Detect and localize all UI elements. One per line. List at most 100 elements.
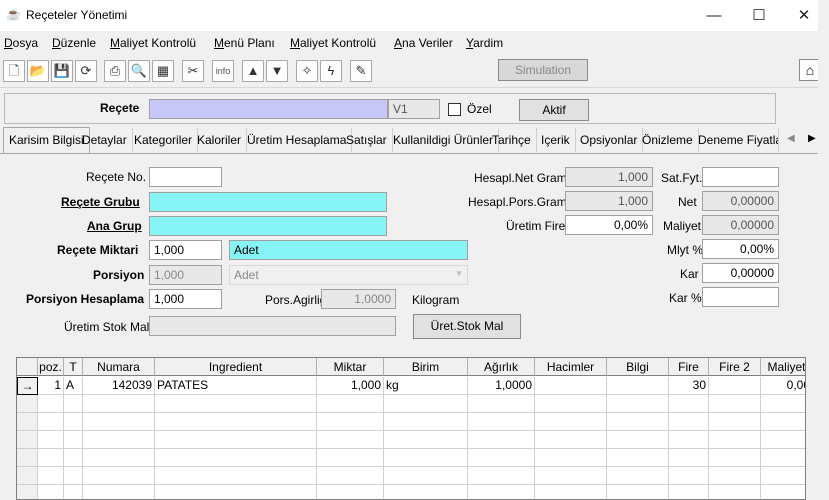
menu-yardim[interactable]: Yardim <box>466 36 503 50</box>
empty-grid-cell[interactable] <box>468 413 535 431</box>
empty-grid-cell[interactable] <box>38 467 64 485</box>
empty-grid-cell[interactable] <box>38 485 64 499</box>
grid-header-birim[interactable]: Birim <box>384 358 468 376</box>
kar-pct-field[interactable] <box>702 287 779 307</box>
empty-grid-cell[interactable] <box>468 395 535 413</box>
empty-grid-cell[interactable] <box>384 467 468 485</box>
empty-grid-cell[interactable] <box>317 431 384 449</box>
empty-grid-cell[interactable] <box>384 431 468 449</box>
tab-satislar[interactable]: Satışlar <box>341 128 393 152</box>
table-cell-poz[interactable]: 1 <box>38 377 64 395</box>
empty-grid-cell[interactable] <box>535 485 607 499</box>
table-cell-numara[interactable]: 142039 <box>83 377 155 395</box>
new-file-icon[interactable]: 🗋 <box>3 60 25 82</box>
table-cell-t[interactable]: A <box>64 377 83 395</box>
tab-kaloriler[interactable]: Kaloriler <box>192 128 248 152</box>
recete-grubu-field[interactable] <box>149 192 387 212</box>
empty-grid-cell[interactable] <box>669 413 709 431</box>
empty-grid-cell[interactable] <box>761 467 805 485</box>
empty-grid-cell[interactable] <box>761 449 805 467</box>
sat-fyt-field[interactable] <box>702 167 779 187</box>
empty-grid-cell[interactable] <box>38 395 64 413</box>
grid-header-agirlik[interactable]: Ağırlık <box>468 358 535 376</box>
grid-header-fire[interactable]: Fire <box>669 358 709 376</box>
empty-grid-cell[interactable] <box>384 413 468 431</box>
grid-header-t[interactable]: T <box>64 358 83 376</box>
empty-grid-cell[interactable] <box>468 431 535 449</box>
empty-grid-cell[interactable] <box>535 413 607 431</box>
empty-grid-cell[interactable] <box>83 485 155 499</box>
grid-header-fire2[interactable]: Fire 2 <box>709 358 761 376</box>
empty-grid-cell[interactable] <box>17 395 38 413</box>
ana-grup-link[interactable]: Ana Grup <box>87 219 142 233</box>
empty-grid-cell[interactable] <box>384 449 468 467</box>
tab-kullanildigi-urunler[interactable]: Kullanildigi Ürünler <box>388 128 500 152</box>
empty-grid-cell[interactable] <box>607 449 669 467</box>
grid-header-numara[interactable]: Numara <box>83 358 155 376</box>
cut-icon[interactable]: ✂ <box>182 60 204 82</box>
uretim-firesi-field[interactable]: 0,00% <box>565 215 653 235</box>
grid-header-ingredient[interactable]: Ingredient <box>155 358 317 376</box>
menu-ana-veriler[interactable]: Ana Veriler <box>394 36 453 50</box>
empty-grid-cell[interactable] <box>155 467 317 485</box>
empty-grid-cell[interactable] <box>17 485 38 499</box>
magic-wand-icon[interactable]: ✧ <box>296 60 318 82</box>
empty-grid-cell[interactable] <box>155 449 317 467</box>
empty-grid-cell[interactable] <box>64 485 83 499</box>
mlyt-field[interactable]: 0,00% <box>702 239 779 259</box>
empty-grid-cell[interactable] <box>317 449 384 467</box>
maximize-button[interactable]: ☐ <box>736 0 782 31</box>
tab-detaylar[interactable]: Detaylar <box>77 128 133 152</box>
empty-grid-cell[interactable] <box>317 467 384 485</box>
empty-grid-cell[interactable] <box>607 431 669 449</box>
recete-grubu-link[interactable]: Reçete Grubu <box>61 195 140 209</box>
empty-grid-cell[interactable] <box>17 413 38 431</box>
tab-onizleme[interactable]: Önizleme <box>637 128 699 152</box>
save-icon[interactable]: 💾 <box>51 60 73 82</box>
empty-grid-cell[interactable] <box>317 413 384 431</box>
empty-grid-cell[interactable] <box>761 485 805 499</box>
menu-maliyet-kontrolu-2[interactable]: Maliyet Kontrolü <box>290 36 376 50</box>
empty-grid-cell[interactable] <box>64 449 83 467</box>
grid-header-bilgi[interactable]: Bilgi <box>607 358 669 376</box>
version-field[interactable]: V1 <box>388 99 440 119</box>
empty-grid-cell[interactable] <box>669 467 709 485</box>
grid-header-hacimler[interactable]: Hacimler <box>535 358 607 376</box>
ingredient-grid[interactable]: poz. T Numara Ingredient Miktar Birim Ağ… <box>16 357 806 500</box>
empty-grid-cell[interactable] <box>669 449 709 467</box>
empty-grid-cell[interactable] <box>83 449 155 467</box>
empty-grid-cell[interactable] <box>709 431 761 449</box>
table-cell-miktar[interactable]: 1,000 <box>317 377 384 395</box>
porsiyon-hesaplama-field[interactable]: 1,000 <box>149 289 222 309</box>
empty-grid-cell[interactable] <box>384 395 468 413</box>
tab-kategoriler[interactable]: Kategoriler <box>129 128 199 152</box>
empty-grid-cell[interactable] <box>83 431 155 449</box>
aktif-button[interactable]: Aktif <box>519 99 589 121</box>
empty-grid-cell[interactable] <box>669 431 709 449</box>
empty-grid-cell[interactable] <box>17 467 38 485</box>
ozel-checkbox[interactable] <box>448 103 461 116</box>
empty-grid-cell[interactable] <box>17 449 38 467</box>
empty-grid-cell[interactable] <box>709 413 761 431</box>
table-cell-birim[interactable]: kg <box>384 377 468 395</box>
empty-grid-cell[interactable] <box>468 467 535 485</box>
empty-grid-cell[interactable] <box>709 449 761 467</box>
kar-field[interactable]: 0,00000 <box>702 263 779 283</box>
empty-grid-cell[interactable] <box>535 395 607 413</box>
menu-dosya[interactable]: Dosya <box>4 36 38 50</box>
empty-grid-cell[interactable] <box>607 413 669 431</box>
empty-grid-cell[interactable] <box>761 413 805 431</box>
empty-grid-cell[interactable] <box>468 449 535 467</box>
empty-grid-cell[interactable] <box>535 431 607 449</box>
menu-maliyet-kontrolu[interactable]: Maliyet Kontrolü <box>110 36 196 50</box>
recete-miktari-unit-field[interactable]: Adet <box>229 240 468 260</box>
empty-grid-cell[interactable] <box>83 413 155 431</box>
tab-icerik[interactable]: Içerik <box>536 128 576 152</box>
simulation-button[interactable]: Simulation <box>498 59 588 81</box>
tab-uretim-hesaplama[interactable]: Üretim Hesaplama <box>242 128 353 152</box>
empty-grid-cell[interactable] <box>38 413 64 431</box>
table-cell-bilgi[interactable] <box>607 377 669 395</box>
table-cell-hacimler[interactable] <box>535 377 607 395</box>
arrow-down-icon[interactable]: ▼ <box>266 60 288 82</box>
grid-header-maliyet[interactable]: Maliyet <box>761 358 805 376</box>
